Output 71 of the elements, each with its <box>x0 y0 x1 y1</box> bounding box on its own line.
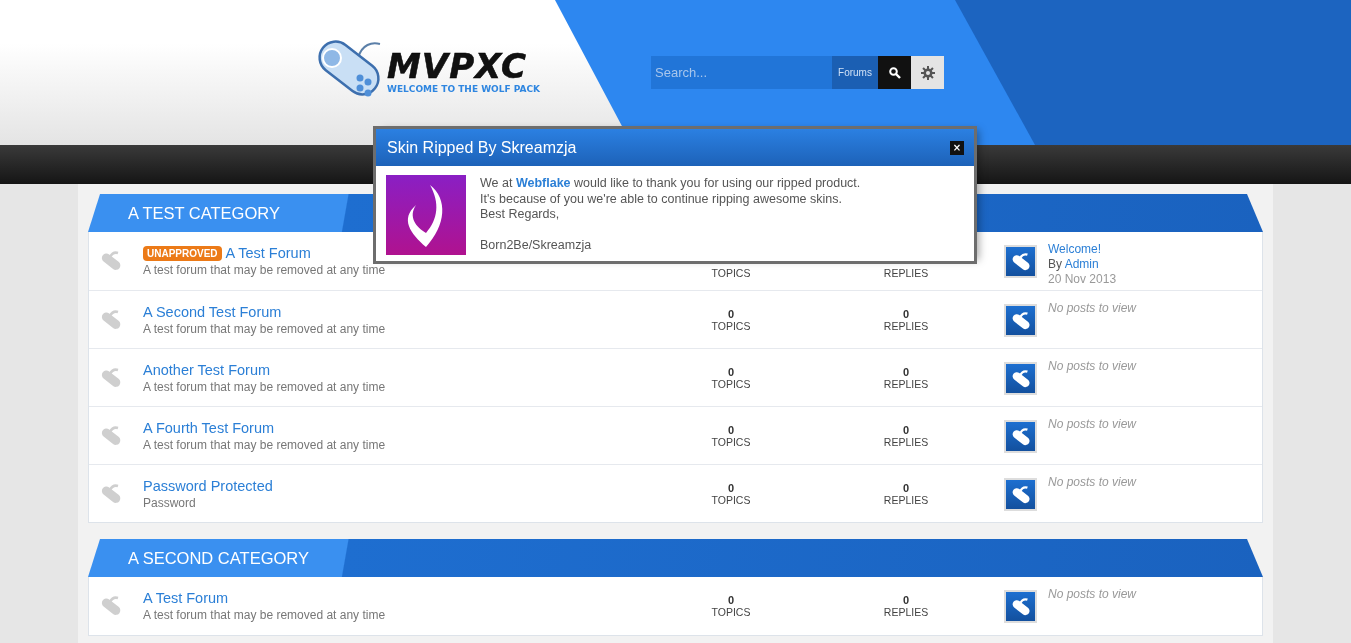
forum-status-icon <box>99 481 123 506</box>
replies-count: 0 <box>902 365 910 378</box>
topics-label: TOPICS <box>711 267 751 279</box>
topics-label: TOPICS <box>711 606 751 618</box>
message-line: It's because of you we're able to continue ripping awesome skins. <box>480 191 843 207</box>
replies-label: REPLIES <box>883 606 929 618</box>
replies-count: 0 <box>902 481 910 494</box>
status-badge: UNAPPROVED <box>143 245 222 261</box>
avatar-icon <box>1004 590 1037 623</box>
topics-count: 0 <box>727 481 735 494</box>
topics-count: 0 <box>727 594 735 606</box>
message-line: We at Webflake would like to thank you for using our ripped product. <box>480 176 861 192</box>
forum-description: A test forum that may be removed at any time <box>143 609 387 622</box>
topics-label: TOPICS <box>711 377 751 390</box>
post-date: 20 Nov 2013 <box>1048 272 1117 287</box>
search-icon <box>888 66 901 79</box>
category-title[interactable]: A SECOND CATEGORY <box>128 548 309 568</box>
forum-title-link[interactable]: A Test Forum <box>143 590 229 606</box>
logo-tagline: WELCOME TO THE WOLF PACK <box>387 84 541 94</box>
replies-count: 0 <box>902 307 910 320</box>
replies-label: REPLIES <box>883 435 929 448</box>
forum-title-link[interactable]: Another Test Forum <box>143 361 271 378</box>
logo-title[interactable]: MVPXC <box>387 48 541 84</box>
topics-label: TOPICS <box>711 319 751 332</box>
forum-description: A test forum that may be removed at any time <box>143 380 387 394</box>
empty-last-post: No posts to view <box>1048 359 1137 374</box>
empty-last-post: No posts to view <box>1048 475 1137 490</box>
forum-description: Password <box>143 496 197 510</box>
scope-button[interactable]: Forums <box>832 56 878 89</box>
replies-label: REPLIES <box>883 493 929 506</box>
author-link[interactable]: Admin <box>1064 257 1099 271</box>
empty-last-post: No posts to view <box>1048 587 1137 602</box>
dialog-title: Skin Ripped By Skreamzja <box>387 138 577 157</box>
forum-description: A test forum that may be removed at any time <box>143 264 387 277</box>
replies-label: REPLIES <box>883 319 929 332</box>
last-post-link[interactable]: Welcome! <box>1048 242 1117 257</box>
search-button[interactable] <box>878 56 911 89</box>
forum-title-link[interactable]: Password Protected <box>143 477 273 494</box>
forum-title-link[interactable]: A Test Forum <box>225 245 311 261</box>
signature: Born2Be/Skreamzja <box>480 238 593 254</box>
close-button[interactable]: × <box>950 140 964 155</box>
settings-icon <box>920 65 935 80</box>
category-title[interactable]: A TEST CATEGORY <box>128 203 280 223</box>
empty-last-post: No posts to view <box>1048 417 1137 432</box>
by-label: By <box>1048 257 1062 271</box>
replies-label: REPLIES <box>883 377 929 390</box>
forum-description: A test forum that may be removed at any time <box>143 322 387 336</box>
forum-status-icon <box>99 423 123 448</box>
forum-title-link[interactable]: A Fourth Test Forum <box>143 419 275 436</box>
empty-last-post: No posts to view <box>1048 301 1137 316</box>
forum-status-icon <box>99 307 123 332</box>
avatar-icon <box>1004 304 1037 337</box>
forum-status-icon <box>99 365 123 390</box>
topics-count: 0 <box>727 307 735 320</box>
topics-count: 0 <box>727 423 735 436</box>
avatar-icon <box>1004 245 1037 278</box>
settings-button[interactable] <box>911 56 944 89</box>
replies-label: REPLIES <box>883 267 929 279</box>
replies-count: 0 <box>902 594 910 606</box>
avatar-icon <box>1004 420 1037 453</box>
topics-label: TOPICS <box>711 435 751 448</box>
flame-logo-icon <box>386 175 466 255</box>
message-line: Best Regards, <box>480 207 561 223</box>
topics-label: TOPICS <box>711 493 751 506</box>
topics-count: 0 <box>727 365 735 378</box>
avatar-icon <box>1004 362 1037 395</box>
forum-description: A test forum that may be removed at any time <box>143 438 387 452</box>
replies-count: 0 <box>902 423 910 436</box>
search-field[interactable]: Search... <box>651 56 832 89</box>
forum-title-link[interactable]: A Second Test Forum <box>143 303 282 320</box>
avatar-icon <box>1004 478 1037 511</box>
